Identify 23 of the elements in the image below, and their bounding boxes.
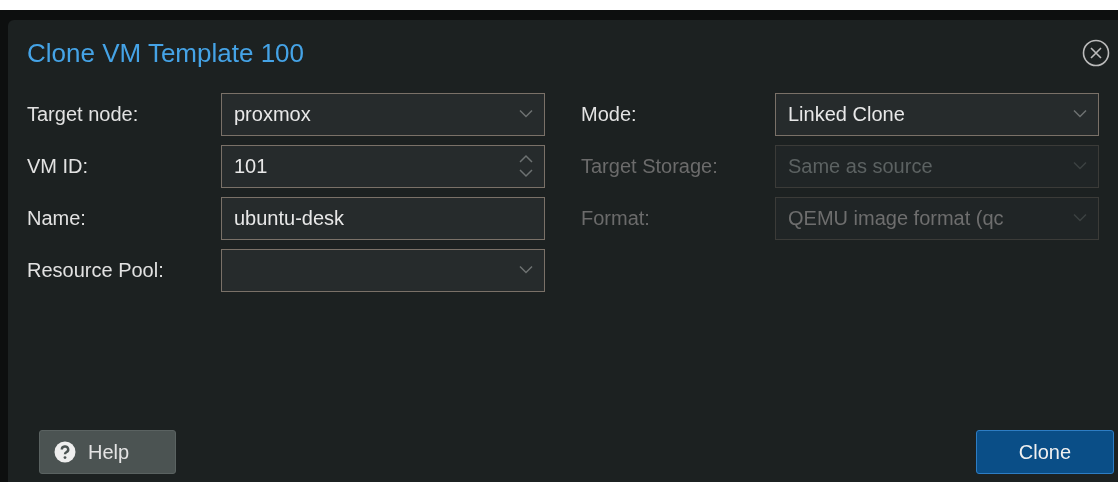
field-label: Format: xyxy=(581,206,651,230)
spinner-arrows-icon[interactable] xyxy=(519,153,533,179)
field-label: Mode: xyxy=(581,102,638,126)
number-field[interactable]: 101 xyxy=(221,144,545,188)
help-button[interactable]: Help xyxy=(39,430,176,474)
chevron-down-icon[interactable] xyxy=(1073,213,1087,223)
field-label: Resource Pool: xyxy=(27,258,165,282)
chevron-down-icon[interactable] xyxy=(519,109,533,119)
clone-button[interactable]: Clone xyxy=(976,430,1114,474)
field-label: VM ID: xyxy=(27,154,90,178)
dropdown-field[interactable] xyxy=(221,248,545,292)
help-icon xyxy=(54,441,76,463)
dialog-title: Clone VM Template 100 xyxy=(27,37,304,69)
input-field[interactable]: ubuntu-desk xyxy=(221,196,545,240)
dropdown-field[interactable]: proxmox xyxy=(221,92,545,136)
dropdown-field[interactable]: Linked Clone xyxy=(775,92,1099,136)
close-icon[interactable] xyxy=(1082,39,1110,67)
chevron-down-icon[interactable] xyxy=(1073,109,1087,119)
field-label: Target node: xyxy=(27,102,140,126)
chevron-down-icon[interactable] xyxy=(519,265,533,275)
field-label: Name: xyxy=(27,206,87,230)
field-label: Target Storage: xyxy=(581,154,719,178)
chevron-down-icon[interactable] xyxy=(1073,161,1087,171)
